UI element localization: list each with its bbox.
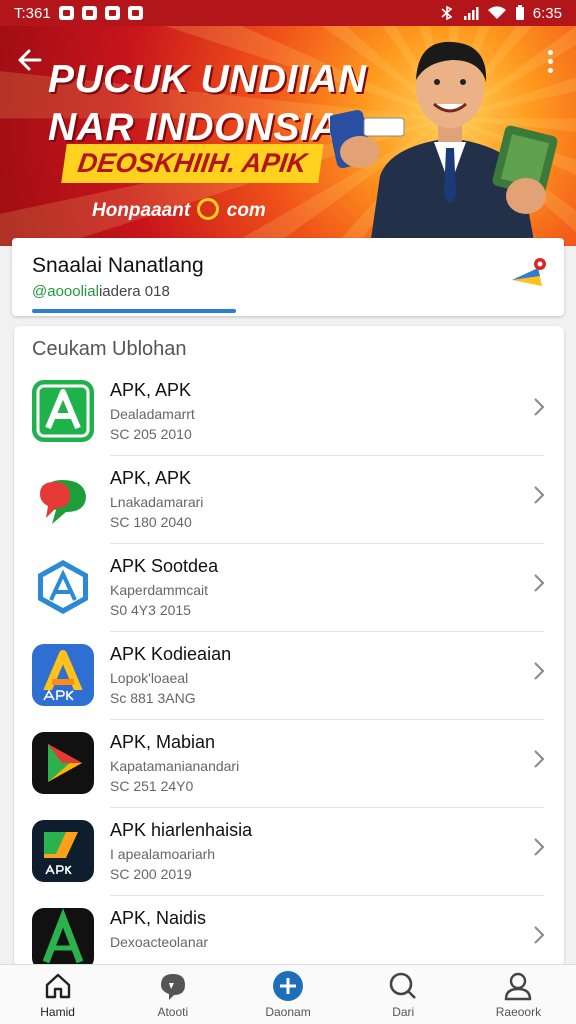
app-title: APK, Mabian: [110, 732, 216, 752]
status-right: 6:35: [439, 5, 562, 22]
chevron-right-icon: [534, 574, 545, 592]
businessman-illustration: [330, 41, 558, 246]
banner-link-prefix: Honpaaant: [92, 200, 191, 221]
back-button[interactable]: [16, 46, 48, 78]
profile-icon: [505, 972, 532, 1001]
app-title: APK, APK: [110, 468, 192, 488]
notification-icon: [58, 6, 74, 20]
app-meta: S0 4Y3 2015: [110, 602, 191, 618]
list-item[interactable]: APK Sootdea Kaperdammcait S0 4Y3 2015: [14, 544, 564, 632]
blue-hexagon-icon: [32, 556, 94, 618]
chevron-right-icon: [534, 662, 545, 680]
green-a-icon: [32, 380, 94, 442]
app-developer: I apealamoariarh: [110, 846, 216, 862]
profile-subline: @aooolialiadera 018: [32, 283, 170, 300]
app-meta: SC 200 2019: [110, 866, 192, 882]
app-meta: SC 205 2010: [110, 426, 192, 442]
chat-icon: [160, 974, 185, 1000]
list-item[interactable]: APK hiarlenhaisia I apealamoariarh SC 20…: [14, 808, 564, 896]
status-bar: T:361 6:35: [0, 0, 576, 26]
wifi-icon: [487, 6, 506, 20]
apk-a-icon: [32, 644, 94, 706]
nav-profile[interactable]: Raeoork: [461, 965, 576, 1024]
nav-label: Raeoork: [495, 1005, 542, 1019]
more-dot: [547, 50, 553, 55]
bluetooth-icon: [441, 6, 453, 20]
search-icon: [389, 972, 417, 999]
app-title: APK, APK: [110, 380, 192, 400]
list-header: Ceukam Ublohan: [32, 338, 187, 360]
video-notification-icon: [127, 6, 143, 20]
chat-bubble-icon: [32, 468, 94, 530]
app-developer: Kapatamanianandari: [110, 758, 240, 774]
status-left: T:361: [14, 5, 143, 22]
nav-label: Dari: [392, 1005, 415, 1019]
banner-title: PUCUK UNDIIAN NAR INDONSIA: [48, 58, 367, 149]
app-developer: Lnakadamarari: [110, 494, 204, 510]
coin-icon: [197, 198, 220, 221]
list-item[interactable]: APK, APK Dealadamarrt SC 205 2010: [14, 368, 564, 456]
status-time-right: 6:35: [532, 4, 562, 22]
signal-icon: [463, 7, 479, 20]
nav-home[interactable]: Hamid: [0, 965, 115, 1024]
status-time-left: T:361: [14, 4, 51, 22]
more-dot: [547, 59, 553, 64]
nav-label: Hamid: [40, 1005, 75, 1019]
nav-add[interactable]: Daonam: [230, 965, 345, 1024]
more-options-button[interactable]: [538, 50, 562, 82]
app-developer: Lopok'loaeal: [110, 670, 189, 686]
list-item[interactable]: APK, APK Lnakadamarari SC 180 2040: [14, 456, 564, 544]
nav-chat[interactable]: Atooti: [115, 965, 230, 1024]
youtube-notification-icon: [104, 6, 120, 20]
chevron-right-icon: [534, 838, 545, 856]
home-icon: [45, 973, 70, 999]
back-arrow-icon: [18, 49, 42, 71]
apk-dark-icon: [32, 820, 94, 882]
profile-name: Snaalai Nanatlang: [32, 254, 204, 277]
play-triangle-icon: [32, 732, 94, 794]
nav-label: Daonam: [265, 1005, 311, 1019]
megaphone-icon[interactable]: [508, 256, 548, 296]
list-item[interactable]: APK Kodieaian Lopok'loaeal Sc 881 3ANG: [14, 632, 564, 720]
list-item[interactable]: APK, Mabian Kapatamanianandari SC 251 24…: [14, 720, 564, 808]
profile-handle: @aooolial: [32, 283, 99, 300]
app-title: APK hiarlenhaisia: [110, 820, 253, 840]
add-icon: [273, 971, 303, 1001]
app-developer: Dexoacteolanar: [110, 934, 209, 950]
nav-search[interactable]: Dari: [346, 965, 461, 1024]
more-dot: [547, 68, 553, 73]
app-title: APK, Naidis: [110, 908, 207, 928]
green-a-dark-icon: [32, 908, 94, 966]
app-meta: SC 180 2040: [110, 514, 192, 530]
battery-icon: [515, 5, 524, 20]
promo-banner: PUCUK UNDIIAN NAR INDONSIA DEOSKHIIH. AP…: [0, 26, 576, 246]
banner-subtitle: DEOSKHIIH. APIK: [61, 144, 324, 183]
list-item[interactable]: APK, Naidis Dexoacteolanar: [14, 896, 564, 966]
app-title: APK Sootdea: [110, 556, 219, 576]
nav-label: Atooti: [157, 1005, 189, 1019]
app-developer: Kaperdammcait: [110, 582, 209, 598]
banner-link: Honpaaant com: [92, 198, 266, 222]
image-notification-icon: [81, 6, 97, 20]
app-developer: Dealadamarrt: [110, 406, 195, 422]
profile-progress-bar: [32, 309, 237, 313]
chevron-right-icon: [534, 926, 545, 944]
chevron-right-icon: [534, 750, 545, 768]
app-list-panel: Ceukam Ublohan APK, APK Dealadamarrt SC …: [14, 326, 564, 966]
app-meta: Sc 881 3ANG: [110, 690, 196, 706]
profile-card[interactable]: Snaalai Nanatlang @aooolialiadera 018: [12, 238, 564, 316]
profile-handle-rest: iadera 018: [98, 283, 170, 300]
app-title: APK Kodieaian: [110, 644, 232, 664]
chevron-right-icon: [534, 398, 545, 416]
chevron-right-icon: [534, 486, 545, 504]
bottom-nav: Hamid Atooti Daonam Dari Raeoork: [0, 964, 576, 1024]
app-meta: SC 251 24Y0: [110, 778, 194, 794]
banner-link-suffix: com: [226, 200, 266, 221]
